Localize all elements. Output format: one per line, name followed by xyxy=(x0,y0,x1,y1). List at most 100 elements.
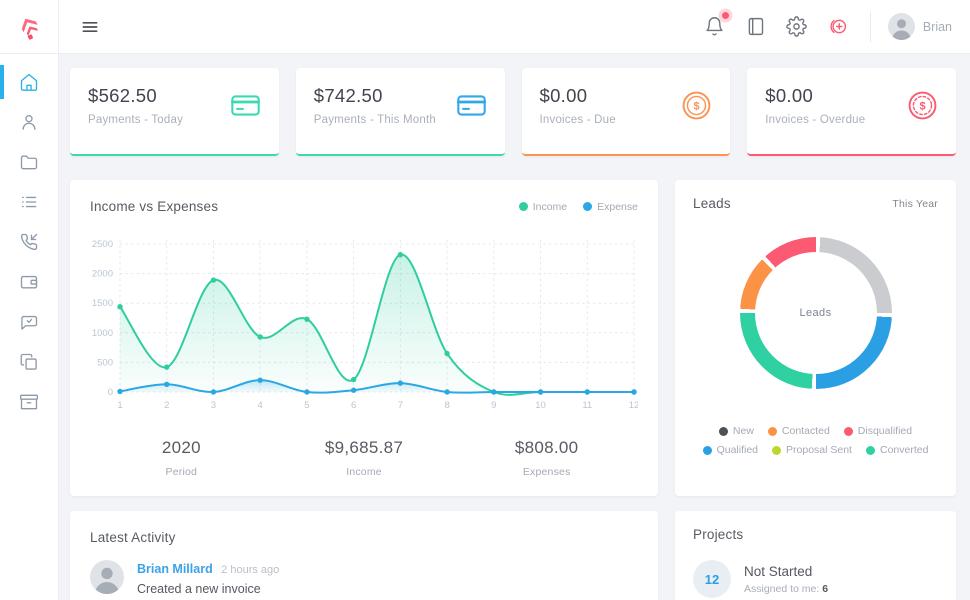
svg-text:8: 8 xyxy=(444,400,449,411)
brand-logo-icon xyxy=(16,13,43,40)
sidebar-item-dashboard[interactable] xyxy=(0,62,58,102)
income-expenses-chart: 05001000150020002500123456789101112 xyxy=(90,234,638,412)
charts-row: Income vs Expenses Income Expense 050010… xyxy=(70,180,956,496)
dollar-coin-icon: $ xyxy=(681,90,712,121)
lead-legend-item[interactable]: Converted xyxy=(866,444,928,456)
lead-legend-item[interactable]: Contacted xyxy=(768,425,830,437)
svg-text:11: 11 xyxy=(582,400,592,411)
sidebar-item-payments[interactable] xyxy=(0,262,58,302)
leads-card: Leads This Year Leads New Contacted Disqua… xyxy=(675,180,956,496)
latest-activity-card: Latest Activity Brian Millard 2 hours ag… xyxy=(70,511,658,600)
project-count-badge: 12 xyxy=(693,560,731,598)
chart-point[interactable] xyxy=(164,382,169,387)
list-icon xyxy=(19,192,39,212)
lead-legend-item[interactable]: Disqualified xyxy=(844,425,912,437)
bottom-row: Latest Activity Brian Millard 2 hours ag… xyxy=(70,511,956,600)
legend-dot xyxy=(772,446,781,455)
chart-point[interactable] xyxy=(257,334,262,339)
leads-title: Leads xyxy=(693,196,731,211)
avatar xyxy=(888,13,915,40)
chart-point[interactable] xyxy=(444,351,449,356)
chat-icon xyxy=(19,312,39,332)
leads-legend-row: Qualified Proposal Sent Converted xyxy=(703,444,929,456)
brand-logo[interactable] xyxy=(0,0,59,53)
svg-text:9: 9 xyxy=(491,400,496,411)
donut-center-label: Leads xyxy=(800,307,832,319)
stat-card-payments-today[interactable]: $562.50 Payments - Today xyxy=(70,68,279,156)
chart-point[interactable] xyxy=(351,388,356,393)
settings-button[interactable] xyxy=(781,11,812,42)
chart-point[interactable] xyxy=(211,277,216,282)
legend-item-income: Income xyxy=(519,201,567,213)
lead-legend-item[interactable]: New xyxy=(719,425,754,437)
notifications-button[interactable] xyxy=(699,11,730,42)
wallet-icon xyxy=(19,272,39,292)
chart-point[interactable] xyxy=(491,389,496,394)
stat-amount: $0.00 xyxy=(765,85,865,107)
svg-text:2: 2 xyxy=(164,400,169,411)
chart-point[interactable] xyxy=(398,252,403,257)
sidebar-item-folders[interactable] xyxy=(0,142,58,182)
chart-summary: 2020 Period $9,685.87 Income $808.00 Exp… xyxy=(90,438,638,478)
sidebar-item-messages[interactable] xyxy=(0,302,58,342)
archive-icon xyxy=(19,392,39,412)
activity-title: Latest Activity xyxy=(90,530,638,545)
svg-text:12: 12 xyxy=(629,400,638,411)
credit-card-icon xyxy=(230,90,261,121)
projects-title: Projects xyxy=(693,527,938,542)
svg-text:1000: 1000 xyxy=(92,328,113,339)
summary-period: 2020 Period xyxy=(90,438,273,478)
chart-point[interactable] xyxy=(351,377,356,382)
sidebar-item-calls[interactable] xyxy=(0,222,58,262)
sidebar-item-items[interactable] xyxy=(0,182,58,222)
chart-point[interactable] xyxy=(117,304,122,309)
notification-badge xyxy=(722,12,729,19)
chart-point[interactable] xyxy=(304,389,309,394)
sidebar-item-documents[interactable] xyxy=(0,342,58,382)
chart-point[interactable] xyxy=(304,316,309,321)
legend-dot xyxy=(866,446,875,455)
chart-legend: Income Expense xyxy=(519,201,638,213)
gear-icon xyxy=(786,16,807,37)
lead-legend-item[interactable]: Proposal Sent xyxy=(772,444,852,456)
projects-card: Projects 12 Not Started Assigned to me: … xyxy=(675,511,956,600)
quick-create-button[interactable] xyxy=(822,11,853,42)
stat-card-payments-month[interactable]: $742.50 Payments - This Month xyxy=(296,68,505,156)
notes-button[interactable] xyxy=(740,11,771,42)
project-item[interactable]: 12 Not Started Assigned to me: 6 xyxy=(693,560,938,598)
chart-point[interactable] xyxy=(211,389,216,394)
stat-card-invoices-overdue[interactable]: $0.00 Invoices - Overdue $ xyxy=(747,68,956,156)
leads-donut-chart: Leads xyxy=(740,237,892,389)
sidebar-item-contacts[interactable] xyxy=(0,102,58,142)
svg-text:3: 3 xyxy=(211,400,216,411)
chart-point[interactable] xyxy=(117,389,122,394)
stat-card-invoices-due[interactable]: $0.00 Invoices - Due $ xyxy=(522,68,731,156)
legend-dot xyxy=(768,427,777,436)
menu-toggle-button[interactable] xyxy=(76,13,104,41)
activity-user-link[interactable]: Brian Millard xyxy=(137,562,213,576)
notebook-icon xyxy=(745,16,766,37)
chart-point[interactable] xyxy=(631,389,636,394)
main-content: $562.50 Payments - Today $742.50 Payment… xyxy=(59,54,970,600)
bell-icon xyxy=(704,16,725,37)
chart-point[interactable] xyxy=(585,389,590,394)
svg-text:6: 6 xyxy=(351,400,356,411)
activity-item[interactable]: Brian Millard 2 hours ago Created a new … xyxy=(90,560,638,596)
user-name: Brian xyxy=(923,20,952,34)
user-icon xyxy=(19,112,39,132)
sidebar-item-archive[interactable] xyxy=(0,382,58,422)
donut-hole: Leads xyxy=(755,252,877,374)
svg-text:$: $ xyxy=(919,100,925,112)
dollar-coin-icon: $ xyxy=(907,90,938,121)
chart-point[interactable] xyxy=(444,389,449,394)
chart-point[interactable] xyxy=(398,380,403,385)
user-menu[interactable]: Brian xyxy=(888,13,952,40)
legend-dot xyxy=(703,446,712,455)
topbar: Brian xyxy=(0,0,970,54)
chart-point[interactable] xyxy=(538,389,543,394)
chart-point[interactable] xyxy=(164,364,169,369)
lead-legend-item[interactable]: Qualified xyxy=(703,444,758,456)
stat-label: Invoices - Due xyxy=(540,114,616,126)
leads-period[interactable]: This Year xyxy=(892,198,938,210)
chart-point[interactable] xyxy=(257,377,262,382)
